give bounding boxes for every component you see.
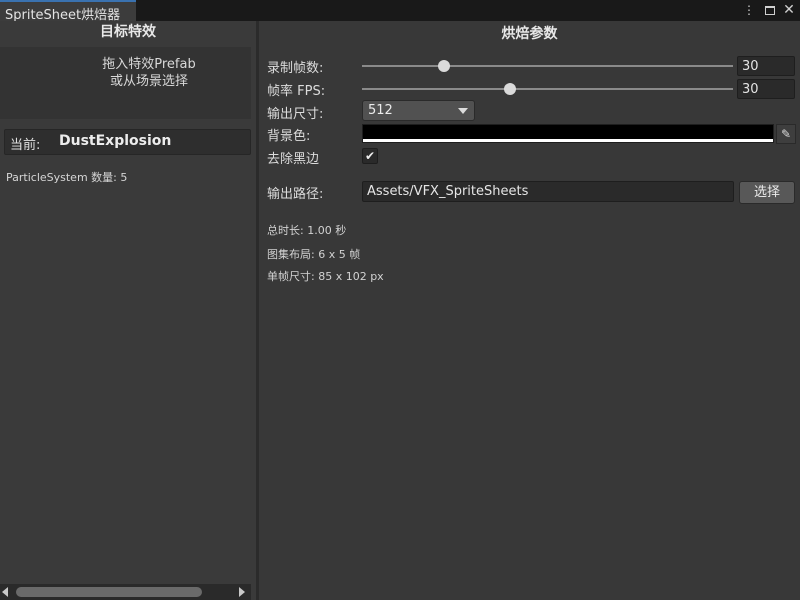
frame-rate-input[interactable]: 30 <box>737 79 795 99</box>
output-size-value: 512 <box>368 103 393 118</box>
choose-path-button[interactable]: 选择 <box>739 181 795 204</box>
chevron-down-icon <box>458 108 468 114</box>
output-path-label: 输出路径: <box>267 187 324 202</box>
background-color-field[interactable] <box>362 124 774 143</box>
bake-params-header: 烘焙参数 <box>501 26 558 42</box>
background-color-label: 背景色: <box>267 129 311 144</box>
frame-size-text: 单帧尺寸: 85 x 102 px <box>267 270 384 283</box>
output-size-label: 输出尺寸: <box>267 107 324 122</box>
frame-rate-slider-knob[interactable] <box>504 83 516 95</box>
bake-params-panel: 烘焙参数 录制帧数: 30 帧率 FPS: 30 输出尺寸: 512 背景色: … <box>259 21 800 600</box>
atlas-layout-text: 图集布局: 6 x 5 帧 <box>267 248 361 261</box>
horizontal-scrollbar[interactable] <box>0 584 251 600</box>
total-duration-text: 总时长: 1.00 秒 <box>267 224 347 237</box>
record-fps-input[interactable]: 30 <box>737 56 795 76</box>
frame-rate-label: 帧率 FPS: <box>267 84 326 99</box>
color-alpha-bar <box>363 139 773 142</box>
drop-zone-line2: 或从场景选择 <box>109 74 188 89</box>
prefab-drop-zone[interactable]: 拖入特效Prefab 或从场景选择 <box>0 47 251 119</box>
target-effect-header: 目标特效 <box>100 24 156 40</box>
target-effect-panel: 目标特效 拖入特效Prefab 或从场景选择 当前: DustExplosion… <box>0 21 256 600</box>
window-tab[interactable]: SpriteSheet烘焙器 <box>0 0 136 23</box>
close-icon[interactable]: ✕ <box>782 2 796 18</box>
maximize-icon[interactable] <box>763 2 777 18</box>
output-path-input[interactable]: Assets/VFX_SpriteSheets <box>362 181 734 202</box>
eyedropper-icon[interactable]: ✎ <box>776 124 796 144</box>
frame-rate-slider[interactable] <box>362 83 733 95</box>
record-fps-slider-knob[interactable] <box>438 60 450 72</box>
scroll-left-icon[interactable] <box>2 587 8 597</box>
scrollbar-thumb[interactable] <box>16 587 202 597</box>
output-size-dropdown[interactable]: 512 <box>362 100 475 121</box>
particle-system-count: ParticleSystem 数量: 5 <box>6 171 128 184</box>
scroll-right-icon[interactable] <box>239 587 245 597</box>
more-vertical-icon[interactable]: ⋮ <box>742 2 756 18</box>
current-effect-row: 当前: DustExplosion <box>4 129 251 155</box>
record-fps-label: 录制帧数: <box>267 61 324 76</box>
record-fps-slider[interactable] <box>362 60 733 72</box>
title-bar: SpriteSheet烘焙器 ⋮ ✕ <box>0 0 800 23</box>
current-effect-value: DustExplosion <box>59 133 172 149</box>
trim-black-edges-label: 去除黑边 <box>267 152 320 167</box>
trim-black-edges-checkbox[interactable]: ✔ <box>362 148 378 164</box>
current-effect-label: 当前: <box>10 138 41 153</box>
